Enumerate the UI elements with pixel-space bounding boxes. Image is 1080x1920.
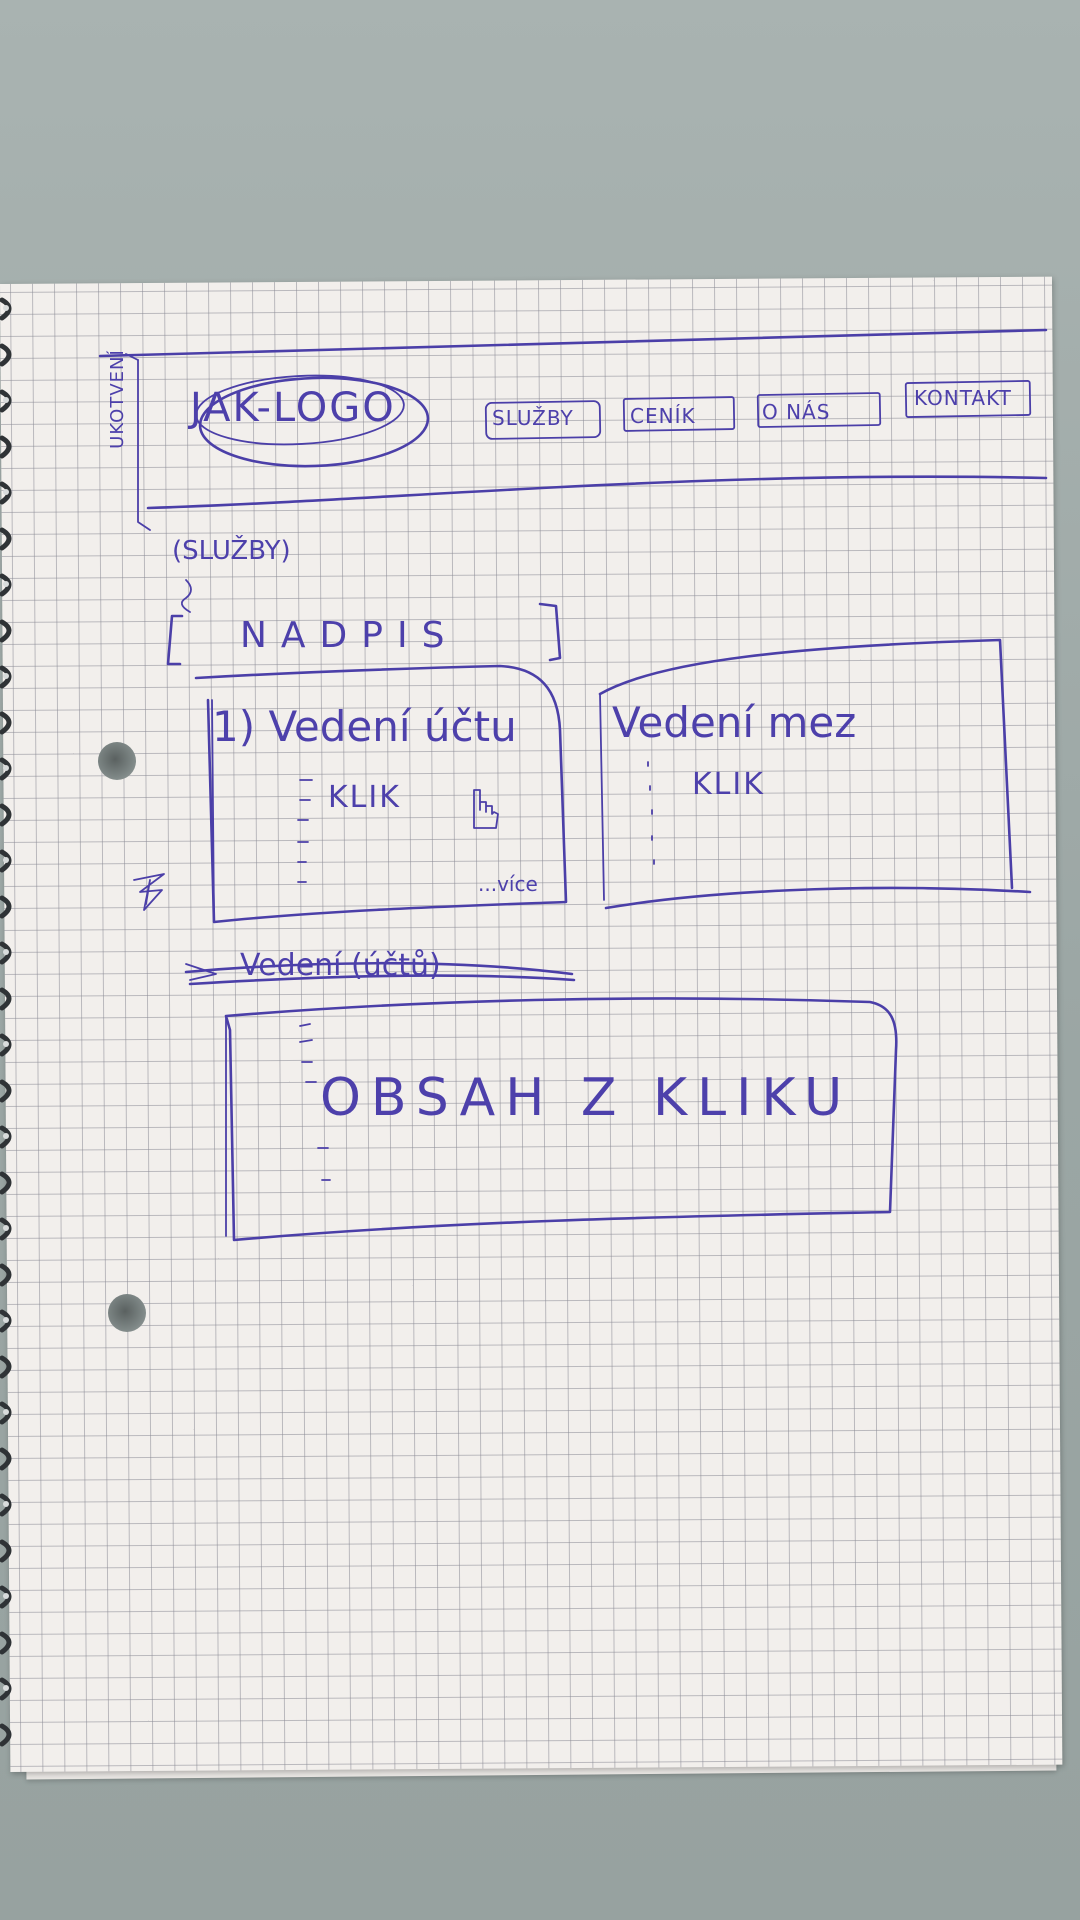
card-2-title: Vedení mez: [612, 698, 857, 747]
logo[interactable]: JAK-LOGO: [190, 388, 396, 428]
section-squiggle: [180, 579, 192, 613]
anchor-side-note: UKOTVENÍ: [106, 349, 128, 449]
nav-item-kontakt[interactable]: KONTAKT: [914, 388, 1012, 408]
card-1-title: 1) Vedení účtu: [212, 702, 517, 751]
card-1-click-target[interactable]: KLIK: [328, 783, 401, 813]
card-1-more-link[interactable]: ...více: [478, 874, 538, 894]
crossed-out-heading: Vedení (účtů): [240, 948, 441, 983]
card-2-outline: [598, 638, 1032, 910]
header-top-line: [98, 328, 1048, 358]
pen-sketch-lines: [98, 328, 1048, 1242]
nav-item-o-nas[interactable]: O NÁS: [762, 402, 830, 422]
card-2-click-target[interactable]: KLIK: [692, 770, 765, 800]
heading-bracket-right: [538, 602, 562, 662]
nav-item-sluzby[interactable]: SLUŽBY: [492, 408, 574, 428]
side-bracket: [137, 359, 151, 531]
section-name: (SLUŽBY): [172, 536, 291, 566]
margin-scribble: [133, 873, 165, 911]
pointer-hand-icon: [473, 789, 499, 829]
page-heading: NADPIS: [240, 615, 459, 656]
heading-bracket-left: [166, 614, 184, 666]
nav-item-cenik[interactable]: CENÍK: [630, 406, 696, 426]
click-content-box: OBSAH Z KLIKU: [320, 1068, 853, 1128]
header-bottom-line: [146, 475, 1048, 510]
